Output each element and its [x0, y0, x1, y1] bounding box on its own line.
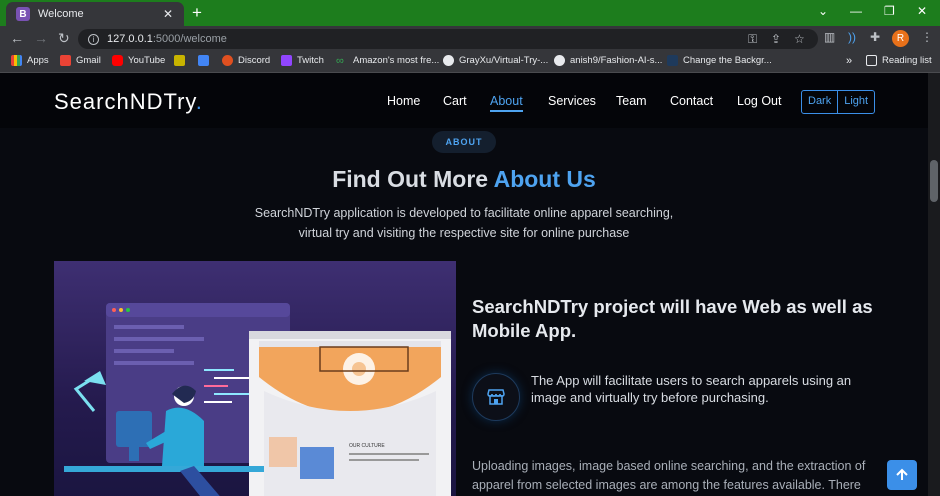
section-heading: Find Out More About Us	[332, 166, 596, 192]
bookmarks-bar: Apps Gmail YouTube Discord Twitch ∞ Amazo…	[0, 51, 940, 73]
twitch-icon	[281, 55, 292, 66]
nav-team[interactable]: Team	[616, 94, 647, 108]
reading-list-icon	[866, 55, 877, 66]
bookmark-twitch[interactable]: Twitch	[281, 55, 324, 66]
bookmark-github-virtual-try[interactable]: GrayXu/Virtual-Try-...	[443, 55, 548, 66]
page-scrollbar[interactable]	[928, 73, 940, 496]
illustration-caption: OUR CULTURE	[349, 443, 385, 449]
section-badge: ABOUT	[432, 131, 496, 153]
theme-dark-button[interactable]: Dark	[802, 91, 837, 113]
key-icon[interactable]: ⚿	[748, 32, 757, 47]
docs-icon	[198, 55, 209, 66]
feature-icon-circle	[472, 373, 520, 421]
theme-light-button[interactable]: Light	[837, 91, 874, 113]
feature-title: SearchNDTry project will have Web as wel…	[472, 296, 873, 341]
infinity-icon: ∞	[336, 55, 344, 67]
youtube-icon	[112, 55, 123, 66]
browser-menu-icon[interactable]: ⋮	[921, 30, 933, 44]
page-content: SearchNDTry. Home Cart About Services Te…	[0, 73, 928, 496]
browser-tab[interactable]: B Welcome ✕	[6, 2, 184, 26]
close-window-icon[interactable]: ✕	[917, 4, 927, 18]
github-icon	[554, 55, 565, 66]
bookmark-amazon[interactable]: ∞ Amazon's most fre...	[336, 55, 439, 67]
bootstrap-favicon-icon: B	[16, 7, 30, 21]
new-tab-icon[interactable]: +	[192, 4, 202, 21]
extension-wave-icon[interactable]: ))	[848, 30, 856, 44]
tab-title: Welcome	[38, 8, 84, 20]
bookmark-discord[interactable]: Discord	[222, 55, 270, 66]
share-icon[interactable]: ⇪	[771, 32, 781, 46]
apps-grid-icon	[11, 55, 22, 66]
website-icon	[667, 55, 678, 66]
forward-icon[interactable]: →	[34, 30, 48, 46]
about-body-text: Uploading images, image based online sea…	[472, 459, 866, 492]
back-icon[interactable]: ←	[10, 30, 24, 46]
tab-strip: B Welcome ✕ + ⌄ — ❐ ✕	[0, 0, 940, 26]
nav-home[interactable]: Home	[387, 94, 420, 108]
address-bar[interactable]: i 127.0.0.1:5000/welcome ⚿ ⇪ ☆	[78, 29, 818, 49]
bookmark-gmail[interactable]: Gmail	[60, 55, 101, 66]
nav-about[interactable]: About	[490, 94, 523, 112]
bookmarks-overflow[interactable]: »	[846, 55, 852, 67]
bookmark-change-background[interactable]: Change the Backgr...	[667, 55, 772, 66]
nav-services[interactable]: Services	[548, 94, 596, 108]
bookmark-youtube[interactable]: YouTube	[112, 55, 165, 66]
site-info-icon[interactable]: i	[88, 33, 99, 45]
arrow-up-icon	[896, 468, 908, 480]
tab-search-icon[interactable]: ⌄	[818, 4, 828, 18]
extension-chart-icon[interactable]: ▥	[824, 30, 835, 44]
site-logo[interactable]: SearchNDTry.	[54, 89, 203, 115]
feature-description: The App will facilitate users to search …	[531, 373, 852, 405]
restore-icon[interactable]: ❐	[884, 4, 895, 18]
reload-icon[interactable]: ↻	[58, 30, 70, 47]
theme-toggle: Dark Light	[801, 90, 876, 114]
nav-logout[interactable]: Log Out	[737, 94, 781, 108]
nav-contact[interactable]: Contact	[670, 94, 713, 108]
discord-icon	[222, 55, 233, 66]
minimize-icon[interactable]: —	[850, 4, 862, 18]
browser-toolbar: ← → ↻ i 127.0.0.1:5000/welcome ⚿ ⇪ ☆ ▥ )…	[0, 26, 940, 51]
nav-cart[interactable]: Cart	[443, 94, 467, 108]
about-illustration: OUR CULTURE	[54, 261, 456, 496]
bookmark-apps[interactable]: Apps	[11, 55, 49, 66]
reading-list[interactable]: Reading list	[866, 55, 932, 66]
site-navbar: SearchNDTry. Home Cart About Services Te…	[0, 73, 928, 128]
store-icon	[487, 389, 505, 405]
profile-avatar[interactable]: R	[892, 30, 909, 47]
bookmark-photos[interactable]	[174, 55, 190, 66]
url-text: 127.0.0.1:5000/welcome	[107, 33, 227, 45]
bookmark-docs[interactable]	[198, 55, 214, 66]
section-subtitle: SearchNDTry application is developed to …	[254, 206, 674, 240]
tab-close-icon[interactable]: ✕	[160, 7, 176, 21]
developer-illustration-icon: OUR CULTURE	[64, 303, 451, 496]
scrollbar-thumb[interactable]	[930, 160, 938, 202]
back-to-top-button[interactable]	[887, 460, 917, 490]
extensions-puzzle-icon[interactable]: ✚	[870, 30, 880, 44]
gmail-icon	[60, 55, 71, 66]
github-icon	[443, 55, 454, 66]
bookmark-github-fashion[interactable]: anish9/Fashion-AI-s...	[554, 55, 662, 66]
photos-icon	[174, 55, 185, 66]
bookmark-star-icon[interactable]: ☆	[794, 32, 805, 46]
